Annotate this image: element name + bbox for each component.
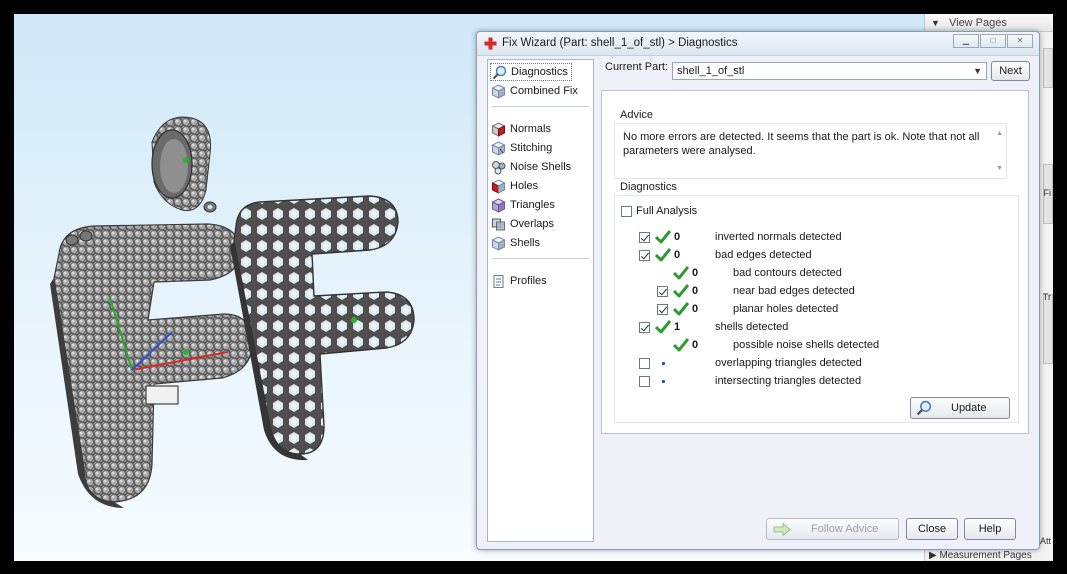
full-analysis-label: Full Analysis: [636, 205, 698, 217]
green-check-icon: [673, 284, 689, 298]
follow-advice-label: Follow Advice: [811, 523, 879, 535]
list-item-profiles[interactable]: Profiles: [491, 272, 547, 290]
green-check-icon: [655, 248, 671, 262]
shells-label: shells detected: [715, 321, 789, 333]
scroll-down-icon[interactable]: ▼: [996, 165, 1003, 172]
lattice-f-model: [230, 195, 415, 461]
planar-holes-checkbox[interactable]: [657, 304, 668, 315]
panel-fragment: [1043, 294, 1053, 364]
inverted-normals-checkbox[interactable]: [639, 232, 650, 243]
bad-edges-label: bad edges detected: [715, 249, 812, 261]
intersecting-triangles-label: intersecting triangles detected: [715, 375, 862, 387]
overlapping-triangles-label: overlapping triangles detected: [715, 357, 862, 369]
advice-text: No more errors are detected. It seems th…: [623, 131, 980, 157]
wizard-step-list: Diagnostics Combined Fix Normals Stitchi…: [487, 59, 594, 542]
pending-dot-icon: [662, 362, 665, 365]
advice-group-label: Advice: [620, 109, 654, 121]
magnifier-icon: [492, 65, 507, 79]
list-item-combined-fix[interactable]: Combined Fix: [491, 82, 578, 100]
shells-count: 1: [674, 321, 681, 333]
current-part-select[interactable]: shell_1_of_stl ▼: [672, 62, 987, 80]
green-check-icon: [655, 320, 671, 334]
ring-model: [151, 116, 217, 213]
list-item-triangles[interactable]: Triangles: [491, 196, 555, 214]
diagnostics-panel: Advice No more errors are detected. It s…: [601, 90, 1029, 434]
pending-dot-icon: [662, 380, 665, 383]
green-check-icon: [673, 338, 689, 352]
close-window-button[interactable]: ✕: [1007, 34, 1033, 48]
bad-edges-checkbox[interactable]: [639, 250, 650, 261]
near-bad-edges-checkbox[interactable]: [657, 286, 668, 297]
shells-checkbox[interactable]: [639, 322, 650, 333]
green-check-icon: [673, 302, 689, 316]
view-pages-label: View Pages: [948, 17, 1007, 29]
list-item-normals[interactable]: Normals: [491, 120, 551, 138]
stitching-cube-icon: [491, 140, 506, 156]
planar-holes-count: 0: [692, 303, 699, 315]
shells-icon: [491, 235, 506, 251]
list-item-noise-shells[interactable]: Noise Shells: [491, 158, 571, 176]
diagnostics-box: Full Analysis 0 inverted normals detecte…: [614, 195, 1019, 423]
cube-icon: [491, 83, 506, 99]
list-item-diagnostics[interactable]: Diagnostics: [490, 63, 572, 81]
full-analysis-checkbox[interactable]: [621, 206, 632, 217]
red-cross-icon: [484, 37, 497, 50]
minimize-button[interactable]: ▁: [953, 34, 979, 48]
green-check-icon: [673, 266, 689, 280]
dialog-titlebar[interactable]: Fix Wizard (Part: shell_1_of_stl) > Diag…: [477, 32, 1039, 56]
panel-fragment: [1043, 48, 1053, 88]
arrow-right-icon: [773, 523, 791, 536]
triangle-down-icon: ▼: [931, 18, 940, 28]
list-item-shells[interactable]: Shells: [491, 234, 540, 252]
planar-holes-label: planar holes detected: [733, 303, 839, 315]
near-bad-edges-count: 0: [692, 285, 699, 297]
noise-shells-icon: [492, 160, 506, 174]
diagnostics-group-label: Diagnostics: [620, 181, 677, 193]
magnifier-icon: [916, 400, 932, 416]
bad-contours-count: 0: [692, 267, 699, 279]
side-fragment-text: Tr: [1042, 292, 1051, 302]
triangles-icon: [491, 197, 506, 213]
current-part-value: shell_1_of_stl: [677, 65, 745, 77]
intersecting-triangles-checkbox[interactable]: [639, 376, 650, 387]
overlapping-triangles-checkbox[interactable]: [639, 358, 650, 369]
side-fragment-text: Fi: [1043, 188, 1052, 198]
dropdown-arrow-icon: ▼: [973, 66, 982, 76]
update-button[interactable]: Update: [910, 397, 1010, 419]
inverted-normals-label: inverted normals detected: [715, 231, 842, 243]
overlaps-icon: [492, 218, 505, 230]
normals-cube-icon: [491, 121, 506, 137]
follow-advice-button[interactable]: Follow Advice: [766, 518, 899, 540]
holes-cube-icon: [491, 178, 506, 194]
noise-shells-label: possible noise shells detected: [733, 339, 880, 351]
fix-wizard-dialog: Fix Wizard (Part: shell_1_of_stl) > Diag…: [476, 31, 1040, 550]
next-button[interactable]: Next: [991, 61, 1030, 81]
measurement-pages-label[interactable]: ▶ Measurement Pages: [929, 550, 1032, 561]
view-pages-header[interactable]: ▼ View Pages: [925, 14, 1053, 32]
green-check-icon: [655, 230, 671, 244]
maximize-button[interactable]: □: [980, 34, 1006, 48]
window-controls: ▁ □ ✕: [953, 34, 1033, 48]
scroll-up-icon[interactable]: ▲: [996, 130, 1003, 137]
current-part-label: Current Part:: [605, 61, 668, 73]
close-button[interactable]: Close: [906, 518, 958, 540]
profiles-icon: [493, 274, 504, 288]
inverted-normals-count: 0: [674, 231, 681, 243]
list-divider: [492, 106, 589, 107]
bad-contours-label: bad contours detected: [733, 267, 842, 279]
noise-shells-count: 0: [692, 339, 699, 351]
list-item-stitching[interactable]: Stitching: [491, 139, 552, 157]
list-item-overlaps[interactable]: Overlaps: [491, 215, 554, 233]
side-fragment-text: Att: [1039, 536, 1051, 546]
bad-edges-count: 0: [674, 249, 681, 261]
list-item-holes[interactable]: Holes: [491, 177, 538, 195]
bumpy-f-model: [50, 223, 253, 508]
triangle-right-icon: ▶: [929, 550, 940, 561]
near-bad-edges-label: near bad edges detected: [733, 285, 855, 297]
help-button[interactable]: Help: [964, 518, 1016, 540]
dialog-title: Fix Wizard (Part: shell_1_of_stl) > Diag…: [502, 37, 738, 49]
list-divider: [492, 258, 589, 259]
update-button-label: Update: [951, 402, 987, 414]
advice-textbox[interactable]: No more errors are detected. It seems th…: [614, 123, 1007, 179]
